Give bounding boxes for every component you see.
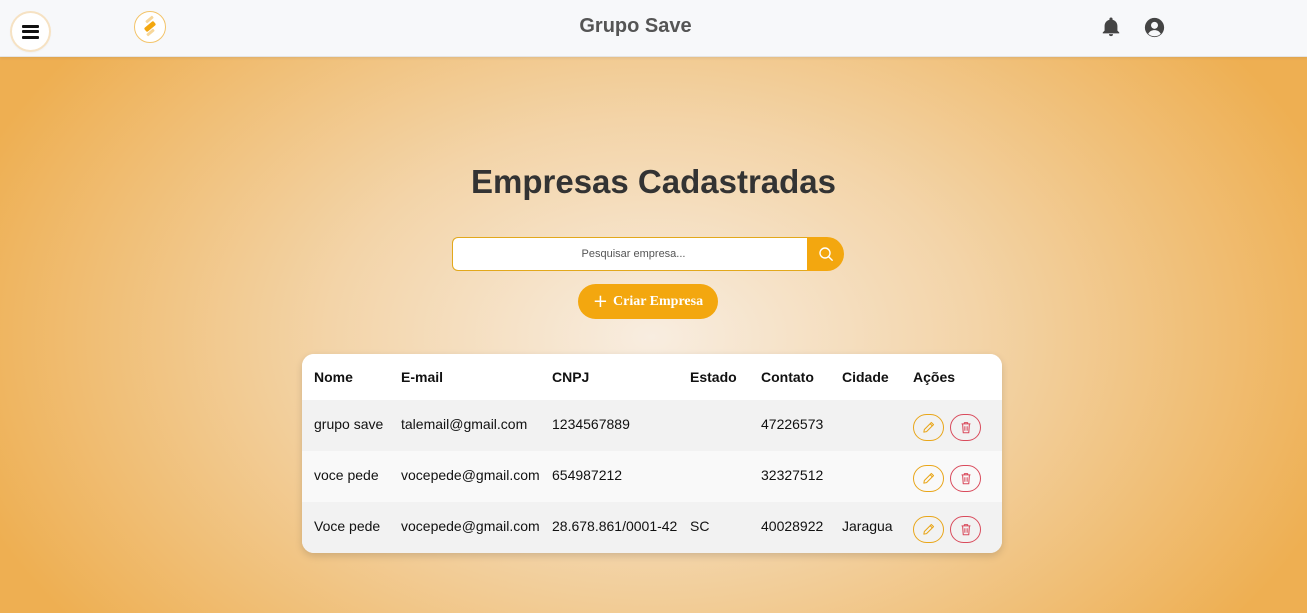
companies-table: Nome E-mail CNPJ Estado Contato Cidade A… — [302, 354, 1002, 553]
pencil-icon — [923, 472, 935, 484]
pencil-icon — [923, 523, 935, 535]
header-estado: Estado — [678, 354, 749, 400]
cell-nome: voce pede — [302, 451, 389, 502]
cell-email: vocepede@gmail.com — [389, 502, 540, 553]
companies-table-card: Nome E-mail CNPJ Estado Contato Cidade A… — [302, 354, 1002, 553]
user-circle-icon[interactable] — [1144, 17, 1165, 38]
trash-icon — [961, 422, 970, 434]
plus-icon: + — [592, 290, 608, 312]
trash-icon — [961, 524, 970, 536]
bell-icon[interactable] — [1100, 16, 1122, 38]
cell-estado — [678, 400, 749, 451]
edit-button[interactable] — [913, 465, 944, 492]
cell-contato: 32327512 — [749, 451, 830, 502]
top-navbar: Grupo Save — [0, 0, 1307, 57]
header-acoes: Ações — [901, 354, 1002, 400]
cell-cidade: Jaragua — [830, 502, 901, 553]
table-row: voce pede vocepede@gmail.com 654987212 3… — [302, 451, 1002, 502]
cell-cidade — [830, 400, 901, 451]
cell-cnpj: 1234567889 — [540, 400, 678, 451]
cell-acoes — [901, 502, 1002, 553]
search-bar — [452, 237, 844, 271]
cell-email: talemail@gmail.com — [389, 400, 540, 451]
cell-nome: grupo save — [302, 400, 389, 451]
cell-email: vocepede@gmail.com — [389, 451, 540, 502]
cell-acoes — [901, 451, 1002, 502]
create-company-label: Criar Empresa — [613, 293, 704, 309]
header-cnpj: CNPJ — [540, 354, 678, 400]
app-title: Grupo Save — [579, 15, 692, 37]
cell-cnpj: 654987212 — [540, 451, 678, 502]
create-company-button[interactable]: + Criar Empresa — [578, 284, 718, 319]
edit-button[interactable] — [913, 414, 944, 441]
cell-nome: Voce pede — [302, 502, 389, 553]
trash-icon — [961, 473, 970, 485]
cell-contato: 40028922 — [749, 502, 830, 553]
header-nome: Nome — [302, 354, 389, 400]
page-title: Empresas Cadastradas — [470, 163, 837, 200]
cell-estado — [678, 451, 749, 502]
search-button[interactable] — [807, 237, 844, 271]
cell-cidade — [830, 451, 901, 502]
header-cidade: Cidade — [830, 354, 901, 400]
cell-acoes — [901, 400, 1002, 451]
table-header-row: Nome E-mail CNPJ Estado Contato Cidade A… — [302, 354, 1002, 400]
delete-button[interactable] — [950, 516, 981, 543]
cell-contato: 47226573 — [749, 400, 830, 451]
cell-estado: SC — [678, 502, 749, 553]
pencil-icon — [923, 421, 935, 433]
cell-cnpj: 28.678.861/0001-42 — [540, 502, 678, 553]
table-row: Voce pede vocepede@gmail.com 28.678.861/… — [302, 502, 1002, 553]
edit-button[interactable] — [913, 516, 944, 543]
header-contato: Contato — [749, 354, 830, 400]
table-row: grupo save talemail@gmail.com 1234567889… — [302, 400, 1002, 451]
header-email: E-mail — [389, 354, 540, 400]
delete-button[interactable] — [950, 465, 981, 492]
delete-button[interactable] — [950, 414, 981, 441]
search-input[interactable] — [452, 237, 814, 271]
main-content: Empresas Cadastradas + Criar Empresa Nom… — [0, 57, 1307, 613]
search-icon — [818, 247, 833, 261]
